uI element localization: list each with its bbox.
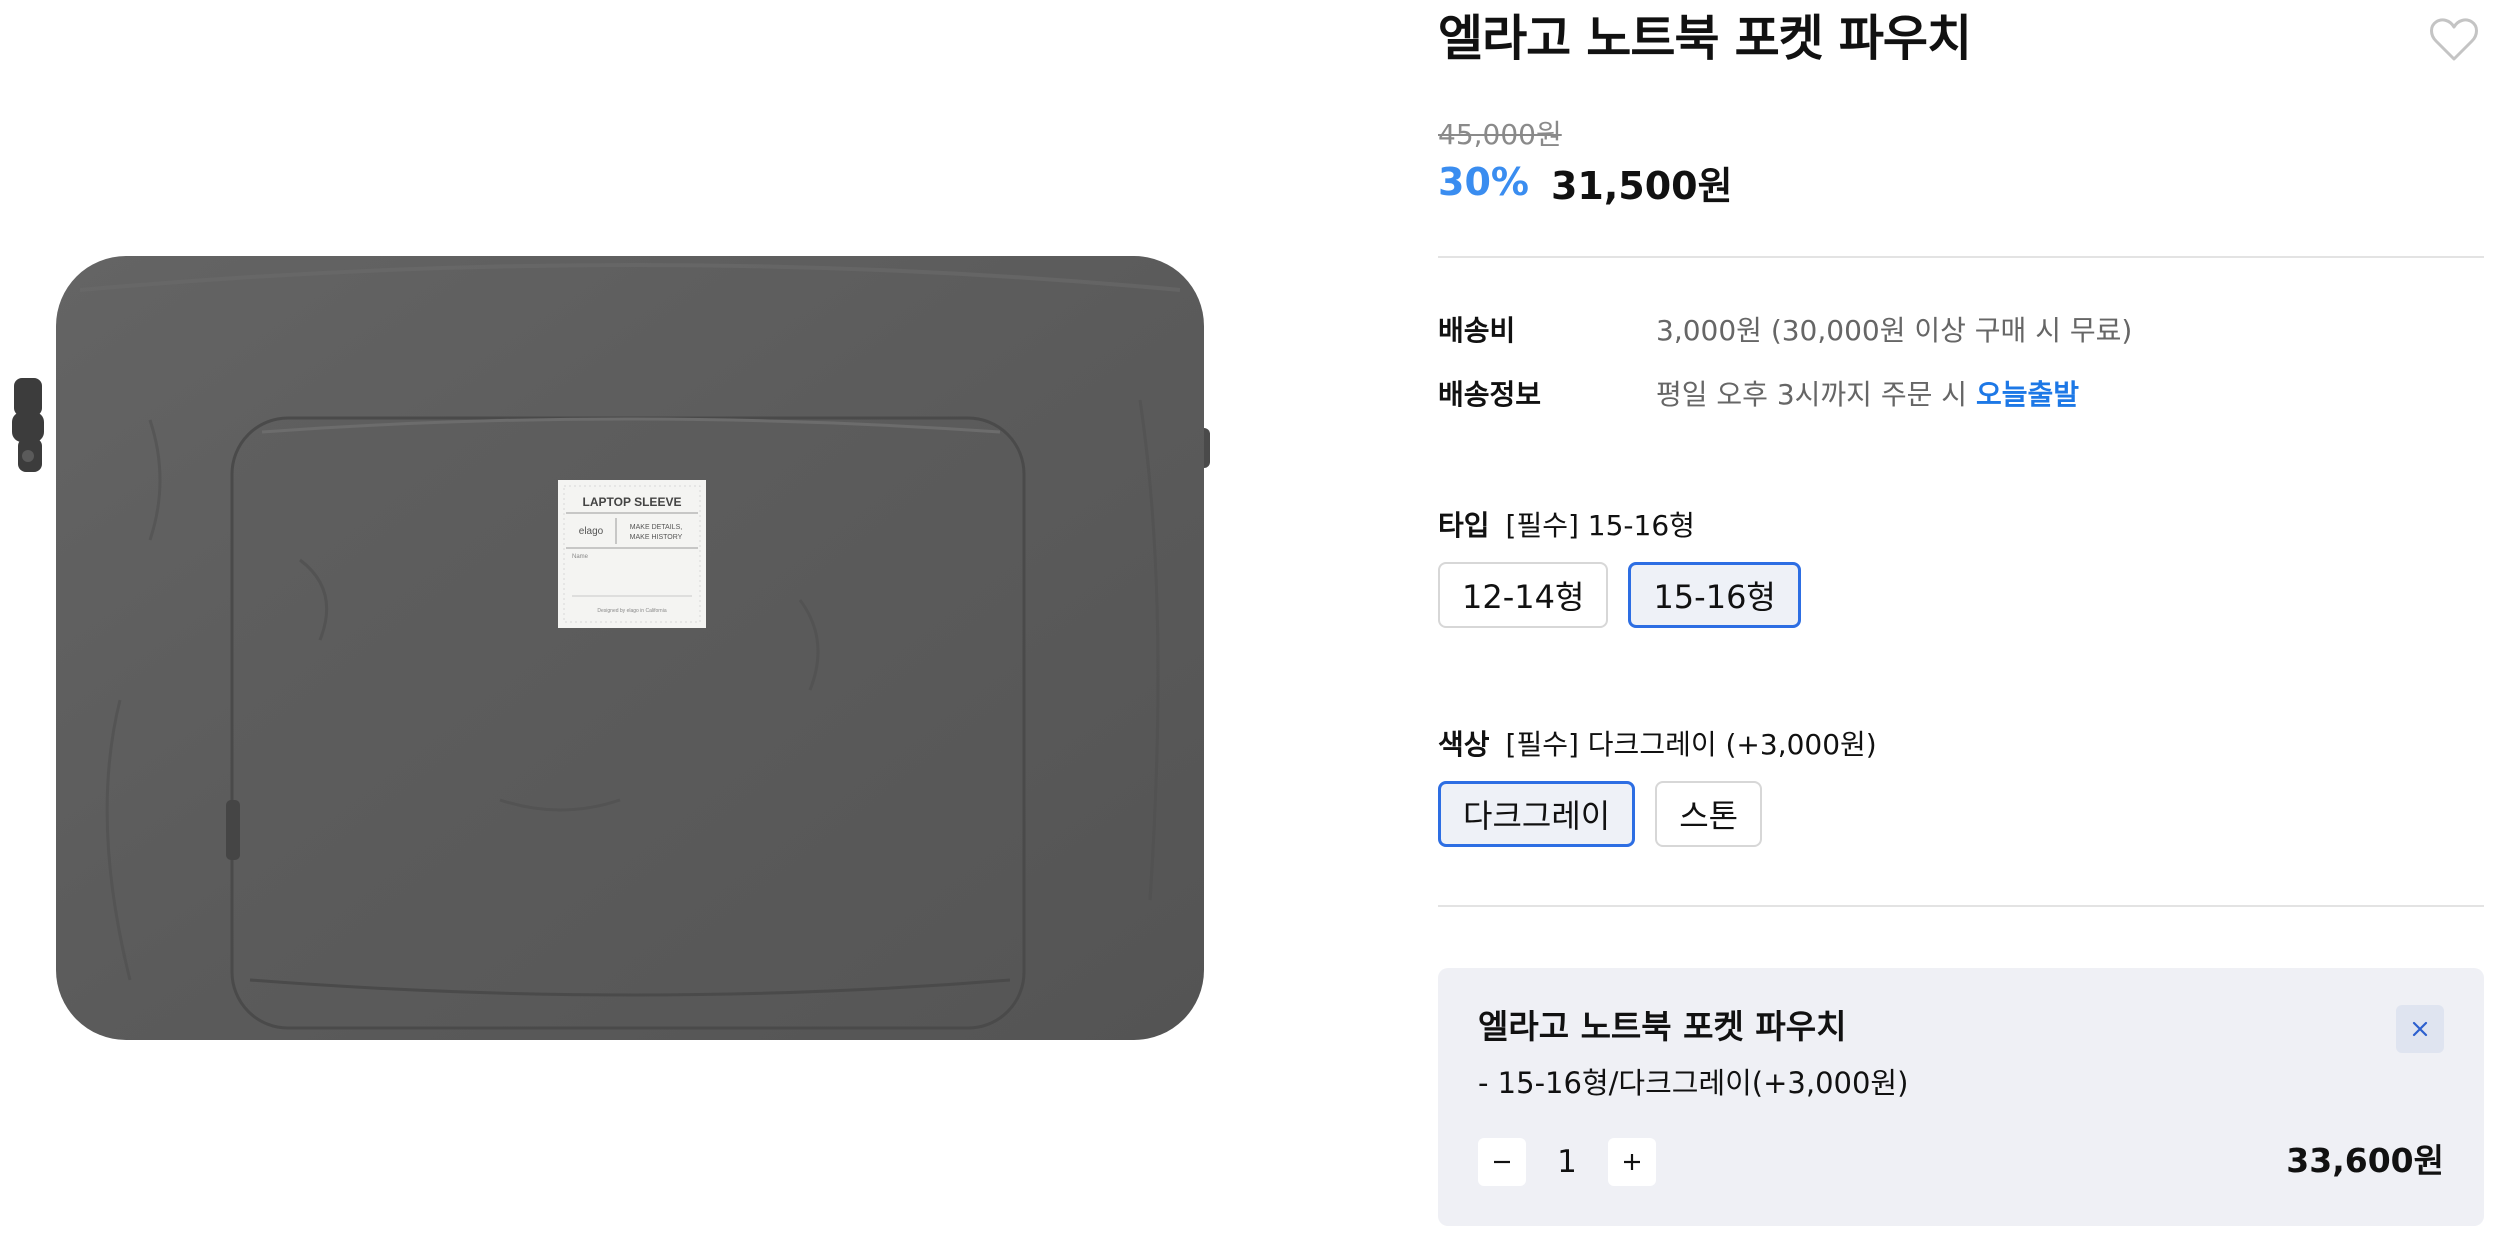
shipping-fee-label: 배송비 (1438, 314, 1516, 347)
selected-item-title: 엘라고 노트북 포켓 파우치 (1478, 1007, 1847, 1046)
discount-rate: 30% (1438, 160, 1529, 204)
product-title: 엘라고 노트북 포켓 파우치 (1438, 10, 1972, 67)
type-option-12-14[interactable]: 12-14형 (1438, 562, 1609, 628)
original-price: 45,000원 (1438, 118, 1562, 151)
type-option-15-16[interactable]: 15-16형 (1628, 562, 1801, 628)
same-day-dispatch-badge: 오늘출발 (1975, 378, 2079, 411)
shipping-fee-value: 3,000원 (30,000원 이상 구매 시 무료) (1656, 314, 2133, 347)
option-type-label: 타입 (1438, 509, 1490, 542)
price-row: 30% 31,500원 (1438, 154, 1733, 210)
shipping-info-text: 평일 오후 3시까지 주문 시 (1656, 378, 1968, 411)
selected-item-total: 33,600원 (2286, 1141, 2444, 1180)
option-type-header: 타입 [필수] 15-16형 (1438, 499, 1695, 549)
quantity-stepper: 1 (1478, 1138, 1656, 1186)
zipper-pull-left (12, 378, 44, 472)
shipping-info-label: 배송정보 (1438, 378, 1542, 411)
option-color-label: 색상 (1438, 728, 1490, 761)
label-tagline-2: MAKE HISTORY (630, 534, 683, 541)
divider (1438, 905, 2484, 907)
label-tagline-1: MAKE DETAILS, (630, 524, 682, 531)
heart-icon[interactable] (2426, 12, 2482, 68)
label-name-field: Name (572, 554, 589, 560)
label-brand-text: elago (579, 526, 604, 537)
laptop-pouch-illustration: LAPTOP SLEEVE elago MAKE DETAILS, MAKE H… (12, 256, 1210, 1040)
sale-price: 31,500원 (1550, 163, 1733, 208)
close-icon[interactable] (2396, 1005, 2444, 1053)
plus-icon[interactable] (1608, 1138, 1656, 1186)
label-footer-text: Designed by elago in California (597, 608, 666, 614)
option-color-choices: 다크그레이 스톤 (1438, 781, 1763, 847)
selected-item-box: 엘라고 노트북 포켓 파우치 - 15-16형/다크그레이(+3,000원) 1… (1438, 968, 2484, 1226)
option-color-header: 색상 [필수] 다크그레이 (+3,000원) (1438, 718, 1877, 768)
minus-icon[interactable] (1478, 1138, 1526, 1186)
option-type-selected: [필수] 15-16형 (1505, 509, 1695, 542)
product-info-panel: 엘라고 노트북 포켓 파우치 45,000원 30% 31,500원 배송비 3… (1438, 0, 2484, 1244)
product-image[interactable]: LAPTOP SLEEVE elago MAKE DETAILS, MAKE H… (0, 0, 1280, 1244)
option-type-choices: 12-14형 15-16형 (1438, 562, 1801, 628)
color-option-stone[interactable]: 스톤 (1655, 781, 1763, 847)
label-heading-text: LAPTOP SLEEVE (583, 495, 682, 509)
shipping-fee-row: 배송비 3,000원 (30,000원 이상 구매 시 무료) (1438, 304, 2132, 354)
title-row: 엘라고 노트북 포켓 파우치 (1438, 4, 2484, 74)
shipping-info-row: 배송정보 평일 오후 3시까지 주문 시 오늘출발 (1438, 368, 2079, 418)
shipping-info-value: 평일 오후 3시까지 주문 시 오늘출발 (1656, 373, 2079, 413)
color-option-dark-gray[interactable]: 다크그레이 (1438, 781, 1636, 847)
option-color-selected: [필수] 다크그레이 (+3,000원) (1505, 728, 1877, 761)
selected-item-option: - 15-16형/다크그레이(+3,000원) (1478, 1066, 1909, 1100)
divider (1438, 256, 2484, 258)
quantity-value: 1 (1557, 1144, 1577, 1180)
product-label-tag: LAPTOP SLEEVE elago MAKE DETAILS, MAKE H… (558, 480, 706, 628)
